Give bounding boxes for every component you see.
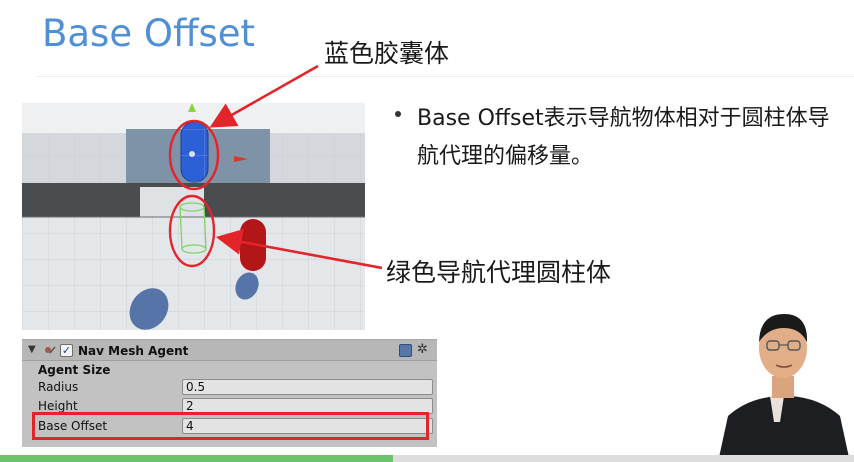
radius-field-row: Radius 0.5 (22, 378, 437, 397)
component-header[interactable]: ▼ ✓ Nav Mesh Agent ✲ (22, 340, 437, 361)
component-enabled-checkbox[interactable]: ✓ (60, 344, 73, 357)
component-title: Nav Mesh Agent (78, 344, 189, 358)
radius-input[interactable]: 0.5 (182, 379, 433, 395)
blue-capsule (180, 121, 209, 183)
bullet-dot (395, 111, 401, 117)
nav-mesh-agent-icon (45, 346, 56, 354)
agent-size-section-label: Agent Size (38, 363, 111, 377)
video-progress-bar[interactable] (0, 455, 854, 462)
capsule-callout-label: 蓝色胶囊体 (324, 39, 450, 68)
height-label: Height (38, 399, 78, 413)
red-capsule (240, 219, 266, 271)
nav-mesh-agent-inspector: ▼ ✓ Nav Mesh Agent ✲ Agent Size Radius 0… (22, 339, 437, 447)
bullet-text: Base Offset表示导航物体相对于圆柱体导航代理的偏移量。 (417, 106, 830, 169)
gear-icon[interactable]: ✲ (417, 342, 428, 357)
presenter-video (708, 298, 854, 462)
foldout-arrow-icon[interactable]: ▼ (28, 344, 36, 355)
scene-view (22, 103, 365, 330)
slide-title: Base Offset (42, 12, 256, 55)
slide: Base Offset 蓝色胶囊体 绿色导航代理圆柱体 Base Offset表… (0, 0, 854, 462)
radius-label: Radius (38, 380, 79, 394)
video-progress-fill (0, 455, 393, 462)
base-offset-highlight-box (32, 412, 429, 440)
title-divider (36, 76, 854, 77)
help-book-icon[interactable] (399, 344, 412, 357)
cylinder-callout-label: 绿色导航代理圆柱体 (386, 258, 612, 287)
scene-illustration (22, 103, 365, 330)
